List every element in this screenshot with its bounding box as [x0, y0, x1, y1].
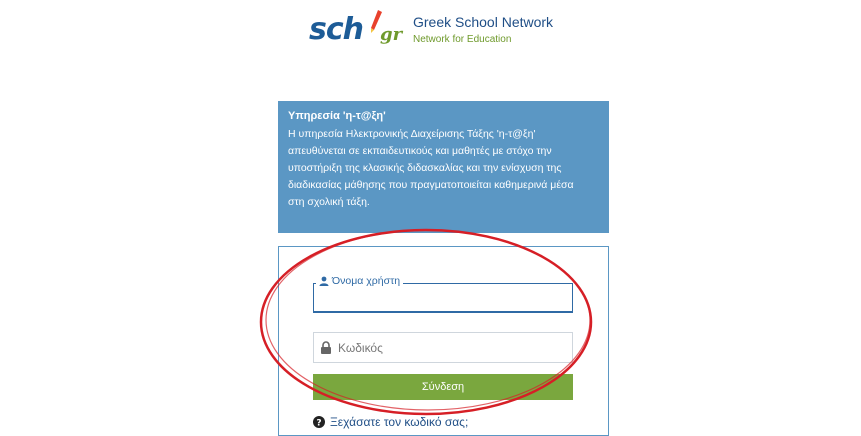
- svg-text:?: ?: [316, 418, 321, 428]
- description-line: διαδικασίας μάθησης που πραγματοποιείται…: [288, 179, 574, 191]
- logo-subtitle: Network for Education: [413, 34, 512, 45]
- forgot-password-link[interactable]: ? Ξεχάσατε τον κωδικό σας;: [313, 415, 468, 429]
- service-title: Υπηρεσία 'η-τ@ξη': [288, 110, 386, 122]
- logo-sch-text: sch: [309, 12, 364, 47]
- username-label: Όνομα χρήστη: [316, 274, 404, 288]
- password-field[interactable]: Κωδικός: [313, 332, 573, 363]
- service-info-box: Υπηρεσία 'η-τ@ξη' Η υπηρεσία Ηλεκτρονική…: [278, 101, 609, 233]
- description-line: απευθύνεται σε εκπαιδευτικούς και μαθητέ…: [288, 145, 552, 157]
- lock-icon: [321, 341, 331, 354]
- description-line: στη σχολική τάξη.: [288, 196, 370, 208]
- forgot-password-text: Ξεχάσατε τον κωδικό σας;: [330, 415, 469, 429]
- login-button[interactable]: Σύνδεση: [313, 374, 573, 400]
- service-description: Η υπηρεσία Ηλεκτρονικής Διαχείρισης Τάξη…: [288, 126, 599, 211]
- user-icon: [319, 276, 329, 286]
- logo-gr-text: gr: [380, 24, 403, 45]
- question-circle-icon: ?: [313, 416, 325, 428]
- description-line: Η υπηρεσία Ηλεκτρονικής Διαχείρισης Τάξη…: [288, 128, 536, 140]
- logo-title: Greek School Network: [413, 14, 554, 30]
- username-label-text: Όνομα χρήστη: [332, 275, 401, 287]
- description-line: υποστήριξη της κλασικής διδασκαλίας και …: [288, 162, 562, 174]
- greek-school-network-logo[interactable]: sch gr Greek School Network Network for …: [309, 10, 569, 50]
- password-placeholder: Κωδικός: [338, 340, 383, 355]
